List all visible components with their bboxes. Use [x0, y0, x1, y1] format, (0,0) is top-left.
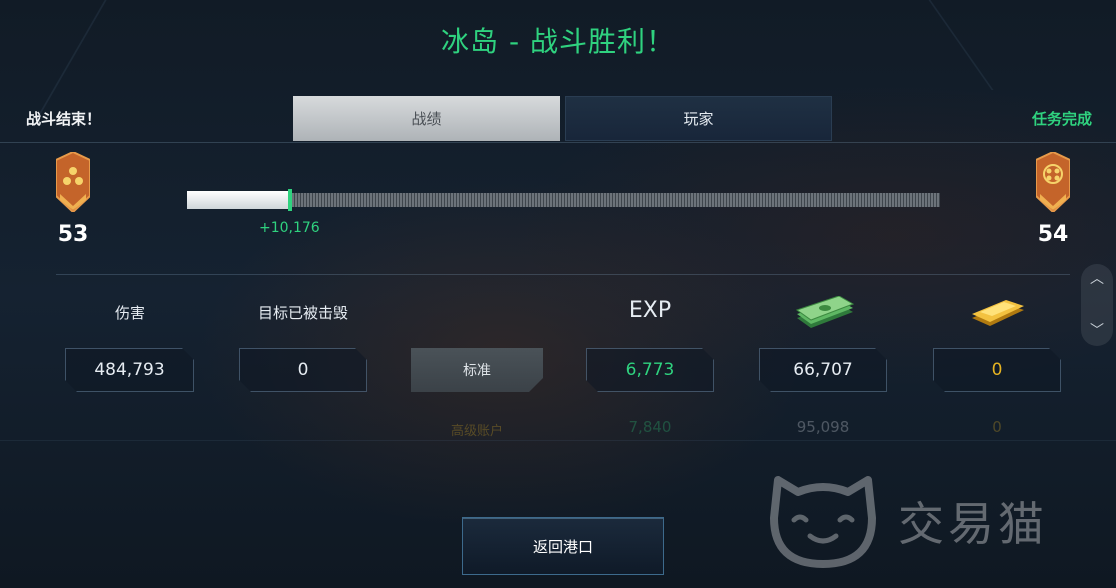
battle-status: 战斗结束！: [26, 110, 102, 128]
bg-line: [35, 0, 107, 120]
next-level: 54: [1037, 222, 1069, 247]
exp-progress-track: [187, 193, 940, 207]
destroyed-value: 0: [239, 348, 367, 392]
chevron-up-icon[interactable]: ︿: [1090, 272, 1104, 286]
credits-standard: 66,707: [759, 348, 887, 392]
exp-gain: +10,176: [259, 220, 320, 236]
exp-standard: 6,773: [586, 348, 714, 392]
row-label-premium: 高级账户: [450, 424, 503, 439]
divider: [0, 142, 1116, 143]
exp-progress-fill: [187, 191, 290, 209]
divider: [56, 274, 1070, 275]
watermark-text: 交易猫: [898, 497, 1048, 551]
return-to-port-button[interactable]: 返回港口: [462, 517, 664, 575]
mission-status: 任务完成: [1031, 110, 1092, 128]
gold-bar-icon: [972, 300, 1024, 326]
credits-premium: 95,098: [796, 418, 850, 436]
chevron-down-icon[interactable]: ﹀: [1090, 324, 1104, 338]
damage-value: 484,793: [65, 348, 194, 392]
gold-standard: 0: [933, 348, 1061, 392]
current-level: 53: [57, 222, 89, 247]
page-title: 冰岛 - 战斗胜利！: [441, 25, 675, 58]
scroll-control[interactable]: ︿ ﹀: [1081, 264, 1113, 346]
cash-icon: [795, 296, 855, 328]
gold-premium: 0: [992, 418, 1002, 436]
exp-header: EXP: [628, 298, 672, 323]
rank-insignia-icon: [56, 152, 90, 212]
destroyed-header: 目标已被击毁: [257, 304, 348, 322]
tab-stats[interactable]: 战绩: [293, 96, 560, 141]
damage-header: 伤害: [114, 304, 145, 322]
exp-progress-marker: [288, 189, 292, 211]
rank-insignia-icon: [1036, 152, 1070, 212]
row-label-standard: 标准: [411, 348, 543, 392]
bg-line: [0, 440, 1116, 441]
exp-premium: 7,840: [628, 418, 672, 436]
tab-players[interactable]: 玩家: [565, 96, 832, 141]
watermark-logo: [770, 476, 876, 568]
